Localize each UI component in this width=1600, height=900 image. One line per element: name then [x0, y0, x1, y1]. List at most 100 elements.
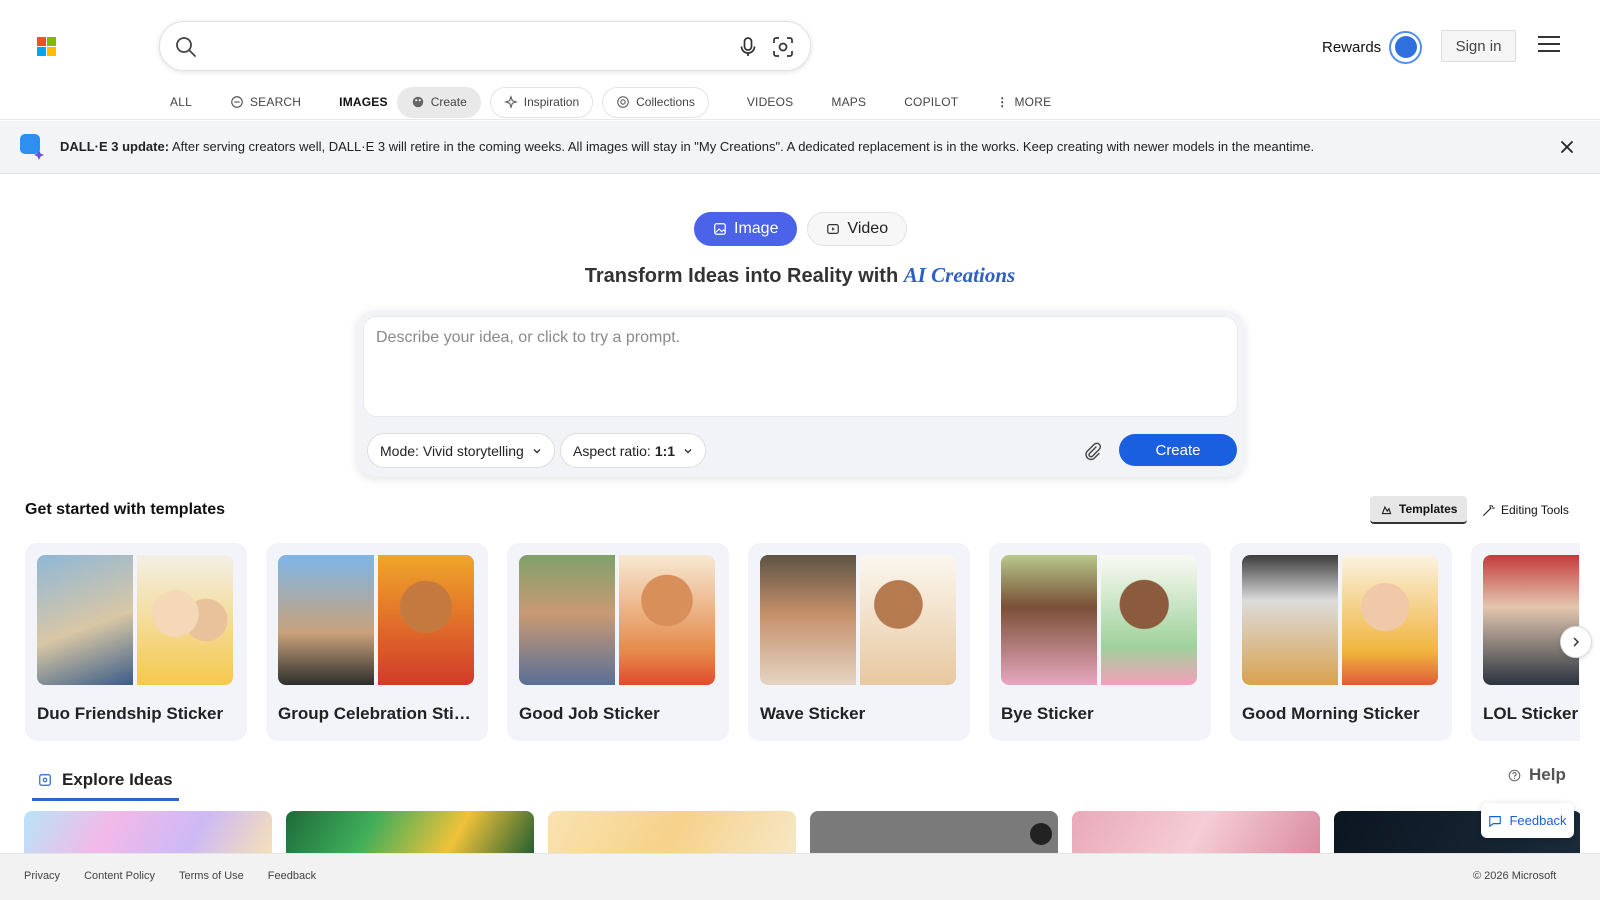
mode-label: Mode: [380, 442, 419, 459]
mode-tabs: Image Video [694, 212, 908, 246]
header: Rewards Sign in ALL SEARCH IMAGES Create… [0, 0, 1600, 124]
nav-more[interactable]: ⋮ MORE [996, 86, 1051, 118]
dalle-update-banner: DALL·E 3 update: After serving creators … [0, 121, 1600, 174]
tab-video-label: Video [847, 220, 889, 237]
image-icon [714, 223, 726, 235]
nav-copilot-label: COPILOT [904, 95, 959, 109]
explore-thumbnail[interactable] [286, 811, 534, 853]
explore-ideas-tab[interactable]: Explore Ideas [32, 763, 179, 801]
feedback-button[interactable]: Feedback [1481, 803, 1574, 838]
nav-create[interactable]: Create [396, 86, 481, 118]
nav-all[interactable]: ALL [170, 86, 192, 118]
search-input[interactable] [210, 32, 690, 62]
nav-collections-label: Collections [636, 95, 695, 109]
footer-links: Privacy Content Policy Terms of Use Feed… [24, 870, 316, 882]
prompt-area [363, 316, 1238, 417]
more-dots-icon: ⋮ [996, 95, 1009, 109]
sparkle-icon [503, 95, 518, 109]
tab-video[interactable]: Video [807, 212, 908, 246]
visual-search-icon[interactable] [771, 35, 795, 59]
template-card[interactable]: Group Celebration Sticker [266, 543, 488, 741]
nav-inspiration-label: Inspiration [523, 95, 580, 109]
explore-thumbnail[interactable] [1072, 811, 1320, 853]
footer-content-policy-link[interactable]: Content Policy [84, 870, 155, 882]
nav-images[interactable]: IMAGES [327, 86, 400, 124]
microsoft-logo-icon[interactable] [37, 37, 56, 56]
nav-images-label: IMAGES [339, 95, 388, 109]
template-cards: Duo Friendship Sticker Group Celebration… [25, 543, 1580, 743]
rewards-medal-icon [1389, 30, 1423, 64]
explore-thumbnail[interactable] [810, 811, 1058, 853]
play-icon[interactable] [1030, 823, 1052, 845]
tab-image[interactable]: Image [694, 212, 798, 246]
rewards-button[interactable]: Rewards [1322, 30, 1423, 64]
prompt-input[interactable] [376, 329, 1216, 399]
nav-maps-label: MAPS [831, 95, 867, 109]
nav-bar: ALL SEARCH IMAGES Create Inspiration Col… [170, 84, 1089, 124]
template-sticker [1342, 555, 1438, 685]
help-button[interactable]: Help [1508, 765, 1566, 785]
explore-thumbnail[interactable] [548, 811, 796, 853]
template-title: Good Job Sticker [519, 704, 660, 723]
chevron-down-icon [684, 448, 692, 453]
editing-tools-toggle[interactable]: Editing Tools [1472, 496, 1579, 524]
template-card[interactable]: Good Morning Sticker [1230, 543, 1452, 741]
templates-section-title: Get started with templates [25, 501, 226, 518]
nav-all-label: ALL [170, 95, 192, 109]
nav-copilot[interactable]: COPILOT [904, 86, 958, 118]
template-title: Good Morning Sticker [1242, 704, 1420, 723]
nav-inspiration[interactable]: Inspiration [489, 86, 594, 118]
search-icon[interactable] [174, 35, 198, 59]
aspect-value: 1:1 [654, 442, 676, 459]
tab-image-label: Image [734, 220, 779, 237]
copilot-search-icon [231, 96, 243, 108]
template-photo [1483, 555, 1579, 685]
template-sticker [378, 555, 474, 685]
carousel-next-button[interactable] [1560, 626, 1592, 658]
templates-toggle-label: Templates [1399, 502, 1458, 516]
template-card[interactable]: Duo Friendship Sticker [25, 543, 247, 741]
headline-accent: AI Creations [903, 263, 1016, 287]
rewards-label: Rewards [1322, 38, 1382, 56]
mode-dropdown[interactable]: Mode: Vivid storytelling [367, 433, 555, 468]
footer-terms-link[interactable]: Terms of Use [179, 870, 244, 882]
template-card[interactable]: Bye Sticker [989, 543, 1211, 741]
explore-thumbnails [24, 811, 1580, 853]
page-headline: Transform Ideas into Reality with AI Cre… [0, 263, 1600, 288]
nav-create-label: Create [430, 95, 467, 109]
create-button[interactable]: Create [1119, 434, 1237, 466]
paperclip-icon[interactable] [1082, 441, 1102, 461]
magic-wand-icon [1483, 504, 1495, 516]
template-card[interactable]: Wave Sticker [748, 543, 970, 741]
chevron-right-icon [1573, 637, 1580, 647]
templates-toggle[interactable]: Templates [1370, 496, 1468, 524]
image-icon [39, 774, 51, 786]
sign-in-button[interactable]: Sign in [1441, 30, 1516, 62]
explore-thumbnail[interactable] [24, 811, 272, 853]
template-photo [760, 555, 856, 685]
collections-icon [617, 96, 629, 108]
aspect-label: Aspect ratio: [573, 442, 651, 459]
mode-value: Vivid storytelling [422, 442, 524, 459]
explore-ideas-label: Explore Ideas [62, 770, 173, 789]
template-title: Duo Friendship Sticker [37, 704, 224, 723]
template-card[interactable]: Good Job Sticker [507, 543, 729, 741]
template-title: Wave Sticker [760, 704, 866, 723]
nav-videos[interactable]: VIDEOS [747, 86, 794, 118]
footer-privacy-link[interactable]: Privacy [24, 870, 60, 882]
nav-collections[interactable]: Collections [602, 86, 709, 118]
menu-icon[interactable] [1538, 36, 1560, 54]
template-photo [1242, 555, 1338, 685]
search-box [159, 21, 811, 71]
template-photo [37, 555, 133, 685]
nav-maps[interactable]: MAPS [831, 86, 866, 118]
question-icon [1508, 769, 1521, 781]
template-sticker [619, 555, 715, 685]
microphone-icon[interactable] [736, 35, 760, 59]
footer-feedback-link[interactable]: Feedback [268, 870, 316, 882]
aspect-ratio-dropdown[interactable]: Aspect ratio: 1:1 [560, 433, 707, 468]
close-icon[interactable] [1559, 139, 1575, 155]
prompt-card: Mode: Vivid storytelling Aspect ratio: 1… [357, 311, 1244, 477]
nav-search[interactable]: SEARCH [230, 86, 301, 118]
chevron-down-icon [533, 448, 541, 453]
